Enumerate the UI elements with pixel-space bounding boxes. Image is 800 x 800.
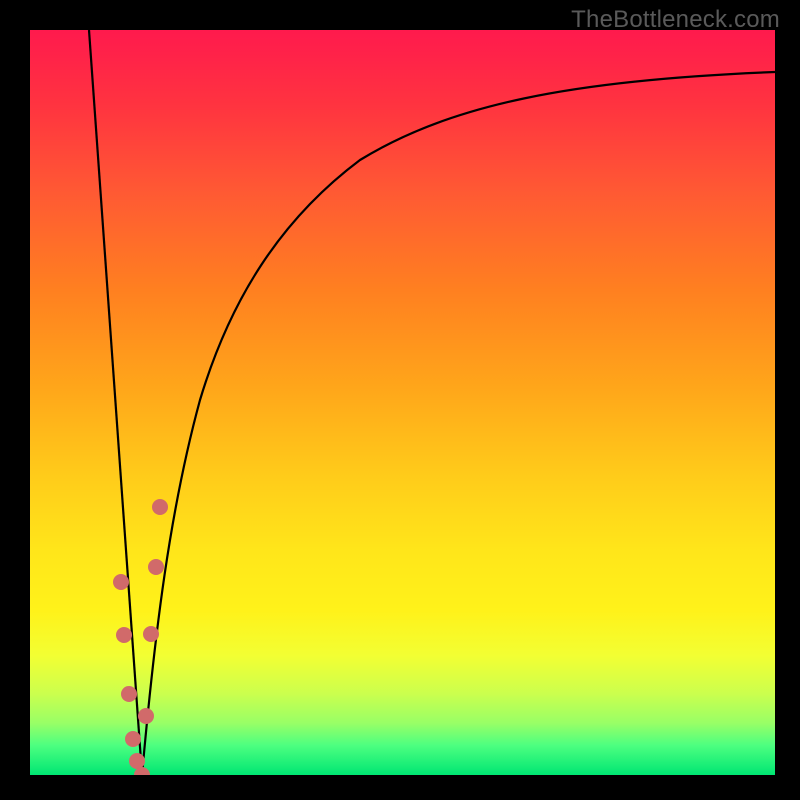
- curve-left-branch: [89, 30, 142, 775]
- chart-svg: [30, 30, 775, 775]
- curve-right-branch: [142, 72, 775, 775]
- highlight-dots: [113, 499, 168, 775]
- plot-area: [30, 30, 775, 775]
- chart-frame: TheBottleneck.com: [0, 0, 800, 800]
